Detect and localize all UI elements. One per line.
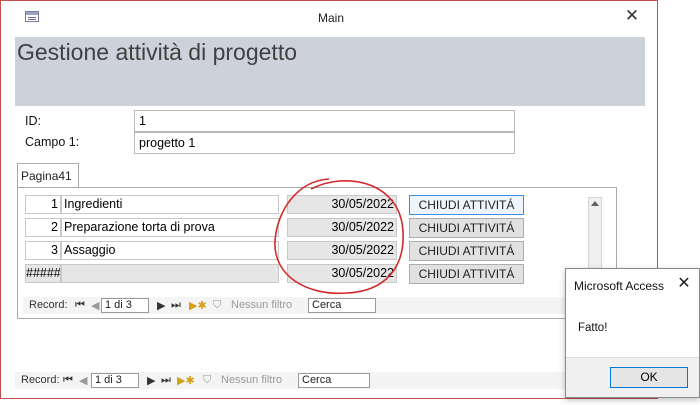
row-number[interactable]: 3 xyxy=(25,241,61,260)
message-dialog: Microsoft Access ✕ Fatto! OK xyxy=(565,268,700,398)
close-icon[interactable]: ✕ xyxy=(621,6,643,26)
activity-date[interactable]: 30/05/2022 xyxy=(287,264,397,283)
next-record-icon[interactable]: ▶ xyxy=(147,374,155,387)
no-filter-button[interactable]: Nessun filtro xyxy=(231,299,292,311)
title-bar[interactable]: Main ✕ xyxy=(1,1,657,31)
record-label: Record: xyxy=(21,374,60,386)
dialog-title: Microsoft Access xyxy=(574,279,665,293)
window-title: Main xyxy=(317,11,344,25)
next-record-icon[interactable]: ▶ xyxy=(157,299,165,312)
first-record-icon[interactable]: ⏮ xyxy=(75,299,85,312)
id-field[interactable]: 1 xyxy=(134,110,515,132)
close-activity-button[interactable]: CHIUDI ATTIVITÁ xyxy=(409,264,524,284)
close-activity-button[interactable]: CHIUDI ATTIVITÁ xyxy=(409,195,524,215)
activity-name[interactable]: Assaggio xyxy=(61,241,279,260)
activity-date[interactable]: 30/05/2022 xyxy=(287,218,397,237)
previous-record-icon[interactable]: ◀ xyxy=(79,374,87,387)
search-box[interactable]: Cerca xyxy=(298,373,370,388)
new-record-icon[interactable]: ▶✱ xyxy=(189,299,207,312)
activity-date[interactable]: 30/05/2022 xyxy=(287,241,397,260)
main-record-navigation: Record: ⏮ ◀ 1 di 3 ▶ ⏭ ▶✱ ⛉ Nessun filtr… xyxy=(15,372,643,389)
close-icon[interactable]: ✕ xyxy=(674,275,694,293)
no-filter-button[interactable]: Nessun filtro xyxy=(221,374,282,386)
id-label: ID: xyxy=(25,114,41,128)
record-position[interactable]: 1 di 3 xyxy=(101,298,149,313)
form-title: Gestione attività di progetto xyxy=(17,39,297,65)
activity-date[interactable]: 30/05/2022 xyxy=(287,195,397,214)
activity-name[interactable] xyxy=(61,264,279,283)
last-record-icon[interactable]: ⏭ xyxy=(171,299,181,312)
tab-pagina41[interactable]: Pagina41 xyxy=(17,163,79,187)
campo1-label: Campo 1: xyxy=(25,135,80,149)
first-record-icon[interactable]: ⏮ xyxy=(63,374,73,387)
subform: 1 Ingredienti 30/05/2022 CHIUDI ATTIVITÁ 2 Pr… xyxy=(23,193,607,289)
form-icon xyxy=(25,11,39,22)
new-record-icon[interactable]: ▶✱ xyxy=(177,374,195,387)
subform-record-navigation: Record: ⏮ ◀ 1 di 3 ▶ ⏭ ▶✱ ⛉ Nessun filtr… xyxy=(23,297,589,314)
filter-icon: ⛉ xyxy=(203,374,212,386)
row-number[interactable]: 1 xyxy=(25,195,61,214)
ok-button[interactable]: OK xyxy=(610,367,688,388)
previous-record-icon[interactable]: ◀ xyxy=(91,299,99,312)
filter-icon: ⛉ xyxy=(213,299,222,311)
scroll-up-icon[interactable] xyxy=(591,201,599,206)
dialog-message: Fatto! xyxy=(578,322,608,334)
record-position[interactable]: 1 di 3 xyxy=(91,373,139,388)
last-record-icon[interactable]: ⏭ xyxy=(161,374,171,387)
campo1-field[interactable]: progetto 1 xyxy=(134,132,515,154)
close-activity-button[interactable]: CHIUDI ATTIVITÁ xyxy=(409,218,524,238)
search-box[interactable]: Cerca xyxy=(308,298,376,313)
main-window: Main ✕ Gestione attività di progetto ID:… xyxy=(0,0,658,399)
activity-name[interactable]: Preparazione torta di prova xyxy=(61,218,279,237)
close-activity-button[interactable]: CHIUDI ATTIVITÁ xyxy=(409,241,524,261)
record-label: Record: xyxy=(29,299,68,311)
row-number[interactable]: 2 xyxy=(25,218,61,237)
activity-name[interactable]: Ingredienti xyxy=(61,195,279,214)
row-number[interactable]: ##### xyxy=(25,264,61,283)
